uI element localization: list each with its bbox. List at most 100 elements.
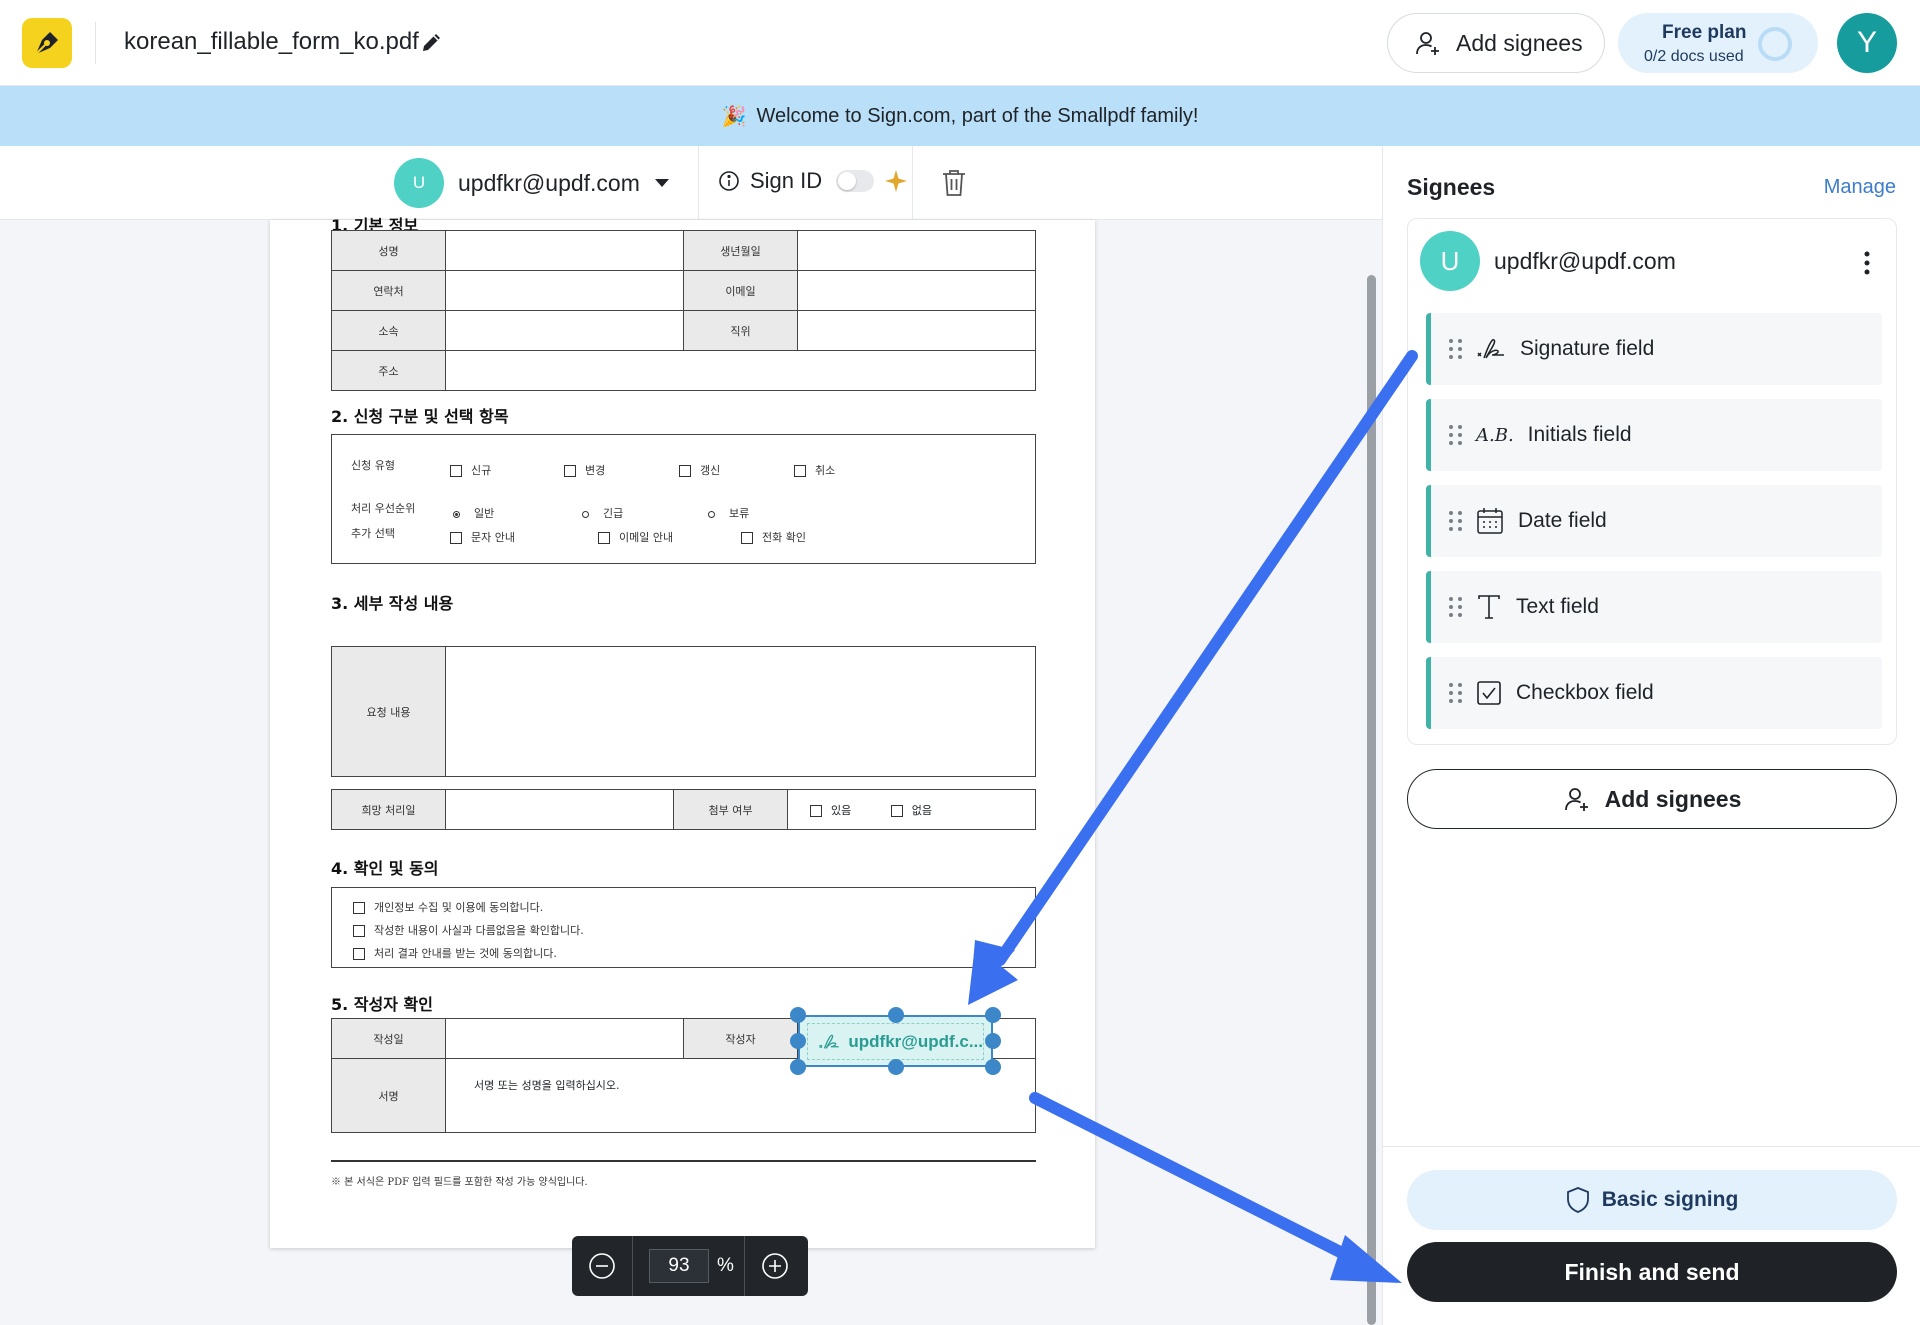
- phone-input[interactable]: [445, 270, 684, 311]
- checkbox[interactable]: [353, 902, 365, 914]
- sign-id-toggle[interactable]: [836, 170, 875, 192]
- birth-input[interactable]: [797, 230, 1036, 271]
- checkbox[interactable]: [353, 948, 365, 960]
- resize-handle[interactable]: [790, 1033, 806, 1049]
- sign-input[interactable]: 서명 또는 성명을 입력하십시오.: [445, 1058, 1036, 1133]
- checkbox[interactable]: [741, 532, 753, 544]
- priority-option-hold[interactable]: 보류: [708, 505, 749, 521]
- zoom-in-button[interactable]: [745, 1236, 805, 1296]
- drag-handle-icon[interactable]: [1449, 339, 1462, 359]
- extra-option-sms[interactable]: 문자 안내: [450, 529, 515, 545]
- add-user-icon: [1416, 32, 1439, 55]
- affiliation-input[interactable]: [445, 310, 684, 351]
- consent-item[interactable]: 작성한 내용이 사실과 다름없음을 확인합니다.: [353, 922, 584, 938]
- write-date-input[interactable]: [445, 1018, 684, 1059]
- banner-text: Welcome to Sign.com, part of the Smallpd…: [756, 104, 1199, 127]
- signees-panel: Signees Manage U updfkr@updf.com Signatu…: [1382, 146, 1920, 1325]
- info-icon[interactable]: [718, 170, 740, 192]
- sign-id-control: Sign ID: [718, 168, 908, 194]
- consent-item[interactable]: 개인정보 수집 및 이용에 동의합니다.: [353, 899, 543, 915]
- section-5-heading: 5. 작성자 확인: [331, 995, 433, 1014]
- details-table: 요청 내용: [331, 646, 1036, 777]
- add-signees-button[interactable]: Add signees: [1387, 13, 1605, 73]
- signee-selector[interactable]: U updfkr@updf.com: [394, 158, 670, 208]
- section-3-heading: 3. 세부 작성 내용: [331, 594, 454, 613]
- basic-info-table: 성명 생년월일 연락처 이메일 소속 직위 주소: [331, 230, 1036, 391]
- add-signees-panel-button[interactable]: Add signees: [1407, 769, 1897, 829]
- editor-toolbar: U updfkr@updf.com Sign ID: [0, 146, 1382, 220]
- checkbox[interactable]: [679, 465, 691, 477]
- pencil-icon[interactable]: [420, 30, 444, 54]
- resize-handle[interactable]: [985, 1059, 1001, 1075]
- extra-option-phone[interactable]: 전화 확인: [741, 529, 806, 545]
- attach-option-no[interactable]: 없음: [890, 804, 932, 817]
- type-option-cancel[interactable]: 취소: [794, 462, 835, 478]
- manage-link[interactable]: Manage: [1824, 176, 1896, 199]
- priority-option-normal[interactable]: 일반: [453, 505, 494, 521]
- radio-button[interactable]: [453, 510, 460, 518]
- checkbox[interactable]: [794, 465, 806, 477]
- radio-button[interactable]: [582, 510, 589, 518]
- checkbox[interactable]: [564, 465, 576, 477]
- drag-handle-icon[interactable]: [1449, 597, 1462, 617]
- field-label: Text field: [1516, 595, 1599, 618]
- attach-option-yes[interactable]: 있음: [810, 804, 851, 817]
- party-icon: 🎉: [721, 105, 747, 128]
- drag-handle-icon[interactable]: [1449, 511, 1462, 531]
- drag-handle-icon[interactable]: [1449, 425, 1462, 445]
- checkbox[interactable]: [810, 804, 822, 817]
- resize-handle[interactable]: [985, 1033, 1001, 1049]
- add-signees-label: Add signees: [1604, 785, 1742, 812]
- checkbox-field-item[interactable]: Checkbox field: [1426, 657, 1882, 729]
- checkbox[interactable]: [450, 465, 462, 477]
- resize-handle[interactable]: [985, 1007, 1001, 1023]
- consent-item[interactable]: 처리 결과 안내를 받는 것에 동의합니다.: [353, 945, 557, 961]
- field-label: Date field: [1518, 509, 1607, 532]
- basic-signing-button[interactable]: Basic signing: [1407, 1170, 1897, 1230]
- radio-button[interactable]: [708, 510, 715, 518]
- signature-field-item[interactable]: Signature field: [1426, 313, 1882, 385]
- resize-handle[interactable]: [790, 1059, 806, 1075]
- type-option-renew[interactable]: 갱신: [679, 462, 720, 478]
- drag-handle-icon[interactable]: [1449, 683, 1462, 703]
- priority-option-urgent[interactable]: 긴급: [582, 505, 623, 521]
- checkbox[interactable]: [890, 804, 903, 817]
- user-avatar[interactable]: Y: [1837, 13, 1897, 73]
- plan-badge[interactable]: Free plan 0/2 docs used: [1618, 13, 1818, 73]
- initials-field-item[interactable]: A.B. Initials field: [1426, 399, 1882, 471]
- birth-label: 생년월일: [683, 230, 798, 271]
- trash-icon[interactable]: [940, 168, 968, 198]
- zoom-out-button[interactable]: [572, 1236, 632, 1296]
- placed-signature-field[interactable]: updfkr@updf.c...: [790, 1007, 1001, 1075]
- email-input[interactable]: [797, 270, 1036, 311]
- request-input[interactable]: [445, 646, 1036, 777]
- resize-handle[interactable]: [790, 1007, 806, 1023]
- name-input[interactable]: [445, 230, 684, 271]
- add-user-icon: [1564, 788, 1588, 811]
- text-field-item[interactable]: Text field: [1426, 571, 1882, 643]
- resize-handle[interactable]: [888, 1059, 904, 1075]
- type-option-new[interactable]: 신규: [450, 462, 491, 478]
- resize-handle[interactable]: [888, 1007, 904, 1023]
- checkbox[interactable]: [598, 532, 610, 544]
- signee-avatar: U: [394, 158, 444, 208]
- desired-date-input[interactable]: [445, 789, 674, 830]
- toolbar-divider: [912, 146, 913, 220]
- usage-ring-icon: [1758, 27, 1792, 61]
- plan-usage: 0/2 docs used: [1644, 48, 1744, 65]
- app-logo[interactable]: [22, 18, 72, 68]
- zoom-value-input[interactable]: 93: [649, 1249, 709, 1283]
- finish-and-send-button[interactable]: Finish and send: [1407, 1242, 1897, 1302]
- document-scrollbar[interactable]: [1367, 275, 1376, 1325]
- checkbox[interactable]: [353, 925, 365, 937]
- plus-circle-icon: [762, 1253, 788, 1279]
- date-field-item[interactable]: Date field: [1426, 485, 1882, 557]
- position-input[interactable]: [797, 310, 1036, 351]
- document-filename[interactable]: korean_fillable_form_ko.pdf: [124, 28, 419, 56]
- type-option-change[interactable]: 변경: [564, 462, 605, 478]
- more-options-icon[interactable]: [1864, 251, 1870, 275]
- address-input[interactable]: [445, 350, 1036, 391]
- sparkle-icon: [885, 170, 908, 192]
- checkbox[interactable]: [450, 532, 462, 544]
- extra-option-email[interactable]: 이메일 안내: [598, 529, 673, 545]
